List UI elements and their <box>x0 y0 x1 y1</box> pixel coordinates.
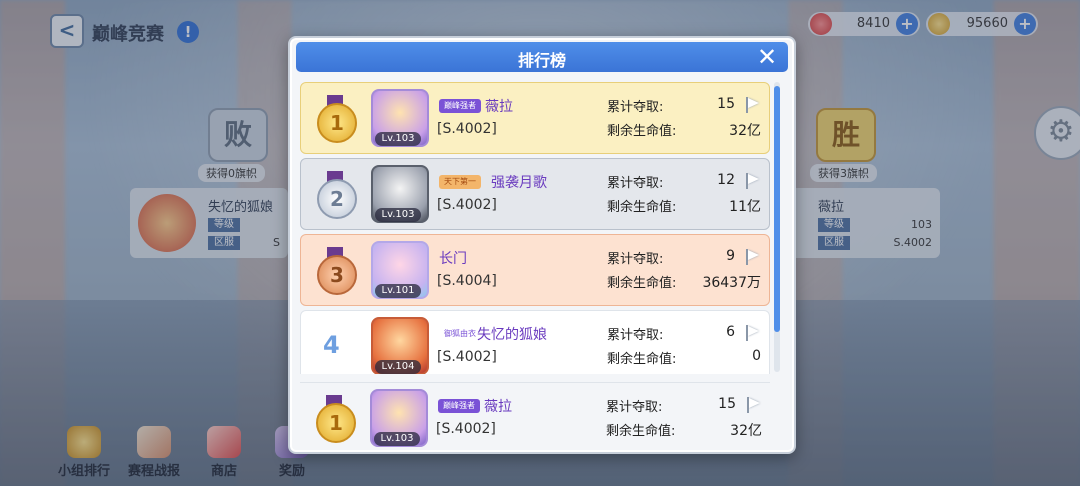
captured-label: 累计夺取: <box>607 176 664 191</box>
my-rank-row: 1 Lv.103 巅峰强者 薇拉 [S.4002] 累计夺取: 15 剩余生命值… <box>300 382 770 453</box>
captured-value: 15 <box>718 396 736 412</box>
player-server: [S.4002] <box>437 121 497 137</box>
captured-label: 累计夺取: <box>607 100 664 115</box>
rank-number: 4 <box>323 331 340 359</box>
hp-label: 剩余生命值: <box>606 424 676 439</box>
ranking-row: 2 Lv.103 天下第一 强袭月歌 [S.4002] 累计夺取: 12 剩余生… <box>300 158 770 230</box>
ranking-row: 3 Lv.101 长门 [S.4004] 累计夺取: 9 剩余生命值: 3643… <box>300 234 770 306</box>
captured-value: 15 <box>717 96 735 112</box>
player-server: [S.4002] <box>437 197 497 213</box>
player-name: 长门 <box>439 251 467 267</box>
player-server: [S.4002] <box>436 421 496 437</box>
player-level: Lv.103 <box>375 208 421 222</box>
captured-value: 12 <box>717 172 735 188</box>
player-server: [S.4004] <box>437 273 497 289</box>
hp-label: 剩余生命值: <box>607 200 677 215</box>
flag-icon <box>744 397 762 413</box>
hp-value: 36437万 <box>702 275 761 291</box>
leaderboard-modal: 排行榜 ✕ 1 Lv.103 巅峰强者 薇拉 [S.4002] 累计夺取: 15… <box>288 36 796 454</box>
hp-label: 剩余生命值: <box>607 124 677 139</box>
player-name: 强袭月歌 <box>491 175 547 191</box>
flag-icon <box>743 173 761 189</box>
hp-value: 32亿 <box>730 423 762 439</box>
captured-label: 累计夺取: <box>607 328 664 343</box>
player-server: [S.4002] <box>437 349 497 365</box>
silver-medal-icon: 2 <box>315 171 357 219</box>
player-level: Lv.104 <box>375 360 421 374</box>
scrollbar-thumb[interactable] <box>774 86 780 332</box>
title-badge: 巅峰强者 <box>438 399 480 413</box>
close-button[interactable]: ✕ <box>754 42 780 72</box>
player-name: 薇拉 <box>485 99 513 115</box>
modal-header: 排行榜 ✕ <box>296 42 788 72</box>
title-badge: 天下第一 <box>439 175 481 189</box>
hp-value: 0 <box>752 348 761 364</box>
ranking-list[interactable]: 1 Lv.103 巅峰强者 薇拉 [S.4002] 累计夺取: 15 剩余生命值… <box>300 82 770 374</box>
ranking-row: 1 Lv.103 巅峰强者 薇拉 [S.4002] 累计夺取: 15 剩余生命值… <box>300 82 770 154</box>
captured-value: 9 <box>726 248 735 264</box>
ranking-row: 4 Lv.104 御狐由衣 失忆的狐娘 [S.4002] 累计夺取: 6 剩余生… <box>300 310 770 374</box>
hp-value: 32亿 <box>729 123 761 139</box>
bronze-medal-icon: 3 <box>315 247 357 295</box>
modal-title: 排行榜 <box>517 51 566 70</box>
hp-label: 剩余生命值: <box>607 276 677 291</box>
title-badge: 御狐由衣 <box>444 329 476 338</box>
player-name: 失忆的狐娘 <box>477 327 547 343</box>
flag-icon <box>743 325 761 341</box>
player-level: Lv.103 <box>375 132 421 146</box>
gold-medal-icon: 1 <box>315 95 357 143</box>
title-badge: 巅峰强者 <box>439 99 481 113</box>
flag-icon <box>743 97 761 113</box>
player-name: 薇拉 <box>484 399 512 415</box>
captured-label: 累计夺取: <box>607 252 664 267</box>
hp-label: 剩余生命值: <box>607 352 677 367</box>
captured-value: 6 <box>726 324 735 340</box>
player-level: Lv.103 <box>374 432 420 446</box>
hp-value: 11亿 <box>729 199 761 215</box>
captured-label: 累计夺取: <box>606 400 663 415</box>
flag-icon <box>743 249 761 265</box>
gold-medal-icon: 1 <box>314 395 356 443</box>
list-scrollbar[interactable] <box>774 82 780 372</box>
player-level: Lv.101 <box>375 284 421 298</box>
